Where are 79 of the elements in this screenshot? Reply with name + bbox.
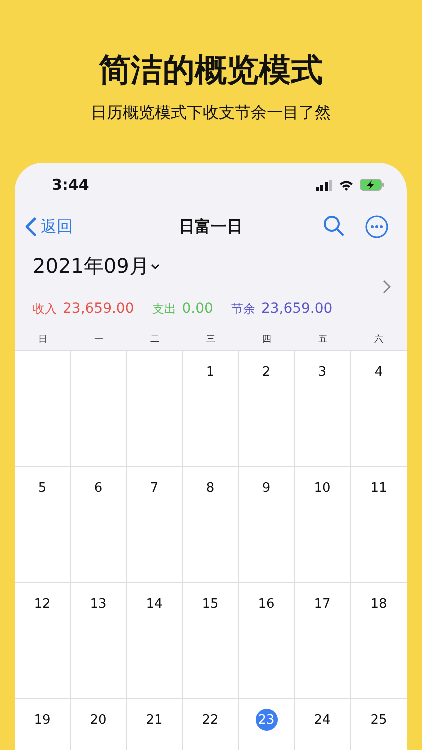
weekday-label: 四 [262, 334, 272, 346]
wifi-icon [339, 180, 354, 190]
chevron-right-icon[interactable] [383, 280, 391, 294]
calendar-day-cell[interactable]: 19 [15, 699, 71, 750]
calendar-day-cell[interactable]: 5 [15, 467, 71, 583]
summary-label: 支出 [152, 300, 176, 318]
weekday-label: 一 [94, 334, 104, 346]
weekday-label: 日 [38, 334, 48, 346]
calendar-day-cell[interactable]: 14 [127, 583, 183, 699]
calendar-day-cell[interactable]: 16 [239, 583, 295, 699]
calendar-day-cell[interactable]: 17 [295, 583, 351, 699]
headline: 简洁的概览模式 [99, 50, 323, 90]
signal-icon [316, 180, 333, 190]
day-number: 20 [89, 712, 108, 730]
status-time: 3:44 [52, 176, 90, 194]
day-number: 13 [89, 596, 108, 614]
day-number: 22 [201, 712, 220, 730]
subtitle: 日历概览模式下收支节余一目了然 [91, 102, 331, 124]
day-number: 10 [313, 480, 332, 498]
day-number: 16 [257, 596, 276, 614]
calendar-day-cell[interactable]: 4 [351, 351, 407, 467]
day-number: 1 [205, 364, 216, 382]
calendar-day-cell[interactable]: 1 [183, 351, 239, 467]
day-number: 3 [317, 364, 328, 382]
day-number: 23 [256, 709, 278, 731]
calendar-day-cell[interactable]: 9 [239, 467, 295, 583]
calendar-day-cell[interactable]: 23 [239, 699, 295, 750]
calendar-day-cell[interactable]: 11 [351, 467, 407, 583]
day-number: 6 [93, 480, 104, 498]
calendar-day-cell[interactable]: 22 [183, 699, 239, 750]
calendar-day-cell[interactable]: 13 [71, 583, 127, 699]
day-number: 18 [370, 596, 388, 614]
more-button[interactable] [365, 215, 389, 239]
day-number: 9 [261, 480, 272, 498]
summary-label: 收入 [33, 300, 57, 318]
search-icon [323, 215, 345, 237]
calendar-day-cell[interactable]: 7 [127, 467, 183, 583]
day-number: 24 [313, 712, 332, 730]
summary-amount: 23,659.00 [63, 300, 134, 316]
weekday-label: 五 [318, 334, 328, 346]
more-icon [365, 215, 389, 239]
calendar-day-cell[interactable]: 2 [239, 351, 295, 467]
calendar-day-cell[interactable]: 6 [71, 467, 127, 583]
calendar-day-cell[interactable]: 20 [71, 699, 127, 750]
nav-title: 日富一日 [178, 216, 244, 238]
calendar-day-cell[interactable]: 12 [15, 583, 71, 699]
calendar-day-cell[interactable]: 3 [295, 351, 351, 467]
day-number: 17 [313, 596, 332, 614]
day-number: 4 [374, 364, 384, 382]
calendar-day-cell[interactable]: 24 [295, 699, 351, 750]
battery-charging-icon [360, 179, 385, 191]
back-button[interactable]: 返回 [25, 216, 135, 238]
month-selector[interactable]: 2021年09月 [33, 253, 160, 280]
day-number: 15 [201, 596, 220, 614]
day-number: 19 [33, 712, 52, 730]
weekday-label: 二 [150, 334, 160, 346]
caret-down-icon [151, 264, 160, 270]
day-number: 14 [145, 596, 164, 614]
chevron-left-icon [25, 217, 37, 237]
calendar-day-cell[interactable]: 21 [127, 699, 183, 750]
day-number: 12 [33, 596, 52, 614]
calendar-day-cell[interactable]: 18 [351, 583, 407, 699]
weekday-label: 三 [206, 334, 216, 346]
summary-amount: 0.00 [182, 300, 214, 316]
day-number: 7 [149, 480, 160, 498]
calendar-day-cell[interactable]: 10 [295, 467, 351, 583]
summary-label: 节余 [231, 300, 256, 318]
day-number: 5 [37, 480, 48, 498]
calendar-day-cell[interactable]: 8 [183, 467, 239, 583]
day-number: 25 [370, 712, 388, 730]
day-number: 8 [205, 480, 216, 498]
day-number: 21 [145, 712, 164, 730]
summary-amount: 23,659.00 [261, 300, 333, 316]
search-button[interactable] [323, 215, 345, 239]
calendar-day-cell[interactable]: 25 [351, 699, 407, 750]
weekday-label: 六 [374, 334, 384, 346]
day-number: 2 [261, 364, 272, 382]
day-number: 11 [370, 480, 388, 498]
calendar-day-cell[interactable]: 15 [183, 583, 239, 699]
